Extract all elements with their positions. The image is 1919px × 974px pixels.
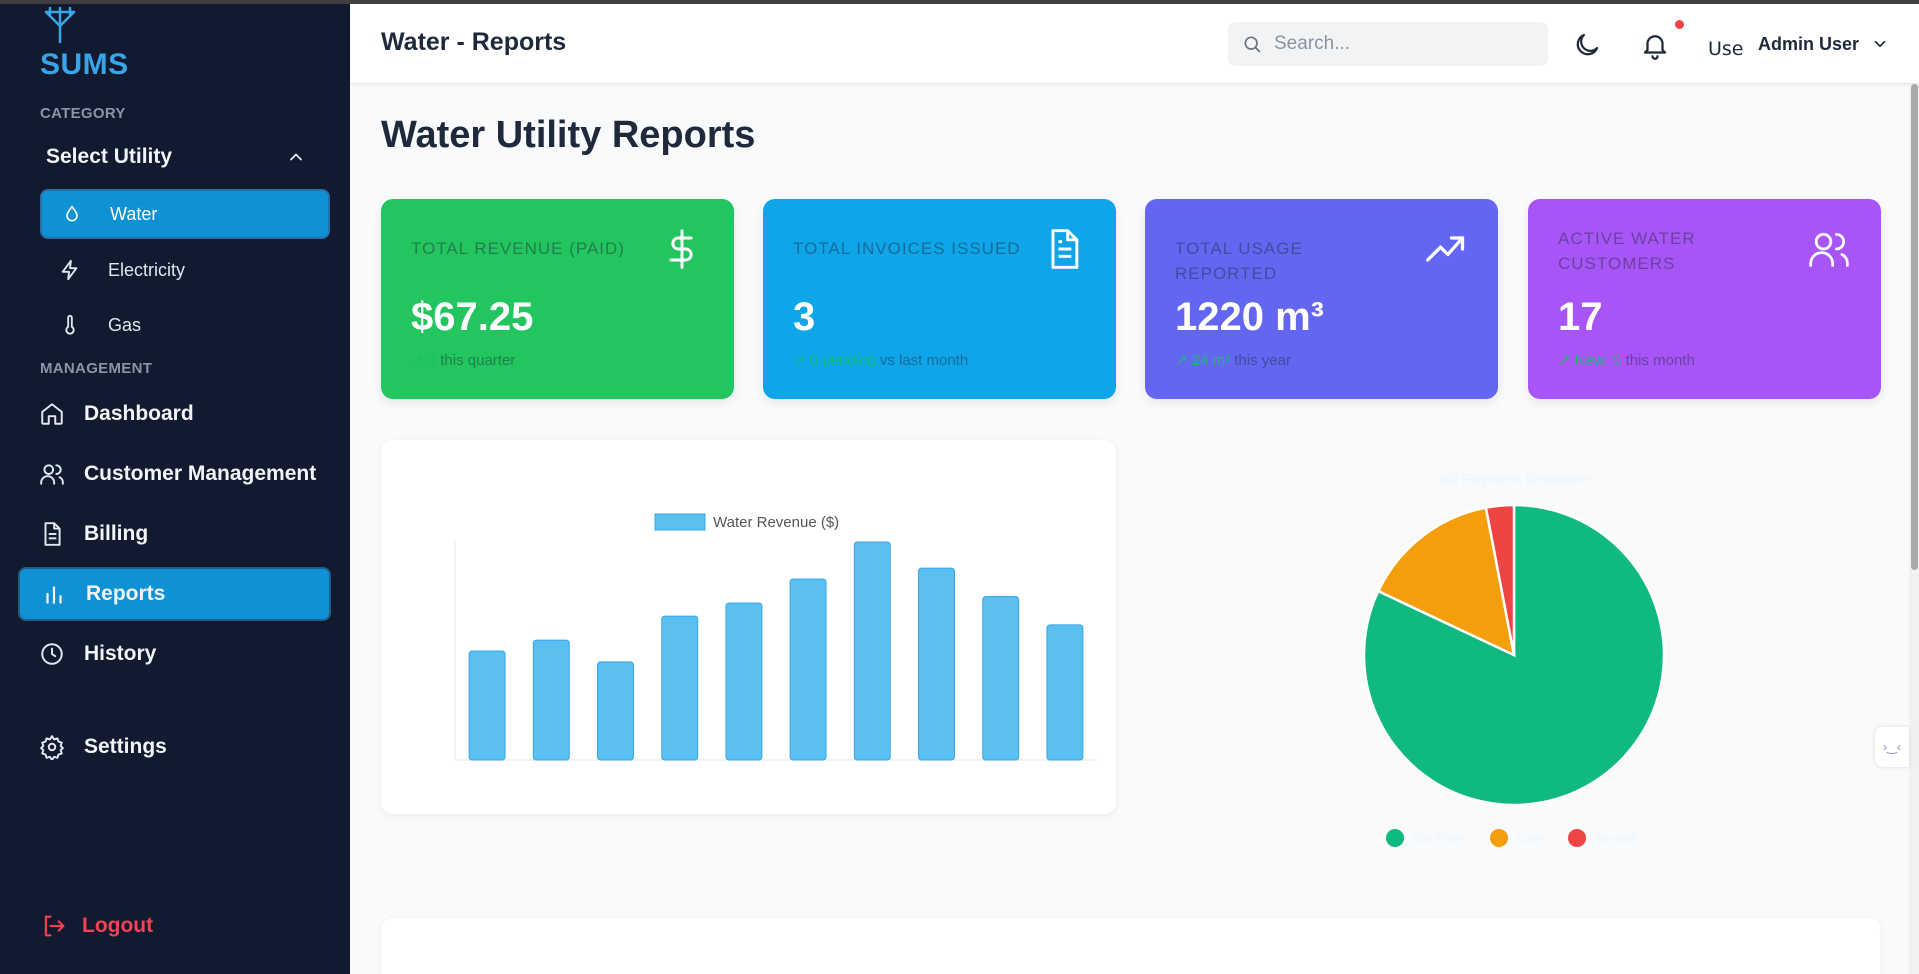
pie-legend-label: Missed <box>1595 831 1636 846</box>
pie-title: Bill Payment Discipline <box>1438 471 1590 488</box>
legend-swatch <box>654 513 706 531</box>
charts-layer: Water Revenue ($) Bill Payment Discipline… <box>454 471 1666 847</box>
pie-legend-swatch <box>1386 829 1404 847</box>
bar <box>1046 624 1084 761</box>
bar <box>918 567 955 761</box>
pie-legend-label: Late <box>1517 831 1542 846</box>
scrollbar-thumb[interactable] <box>1911 84 1918 570</box>
bar <box>982 596 1020 761</box>
bar <box>725 602 763 761</box>
window-top-edge <box>0 0 1919 4</box>
pie-legend-swatch <box>1490 829 1508 847</box>
legend-label: Water Revenue ($) <box>713 514 839 531</box>
page-scrollbar[interactable] <box>1909 84 1919 974</box>
bar <box>468 650 506 761</box>
bar <box>661 615 699 761</box>
pie-legend-label: On Time <box>1413 831 1462 846</box>
side-widget-tab[interactable]: ›‿‹ <box>1875 727 1909 767</box>
bar <box>597 661 634 761</box>
bar <box>853 541 891 761</box>
bar <box>789 578 827 761</box>
pie-legend-swatch <box>1568 829 1586 847</box>
bar <box>532 639 570 761</box>
